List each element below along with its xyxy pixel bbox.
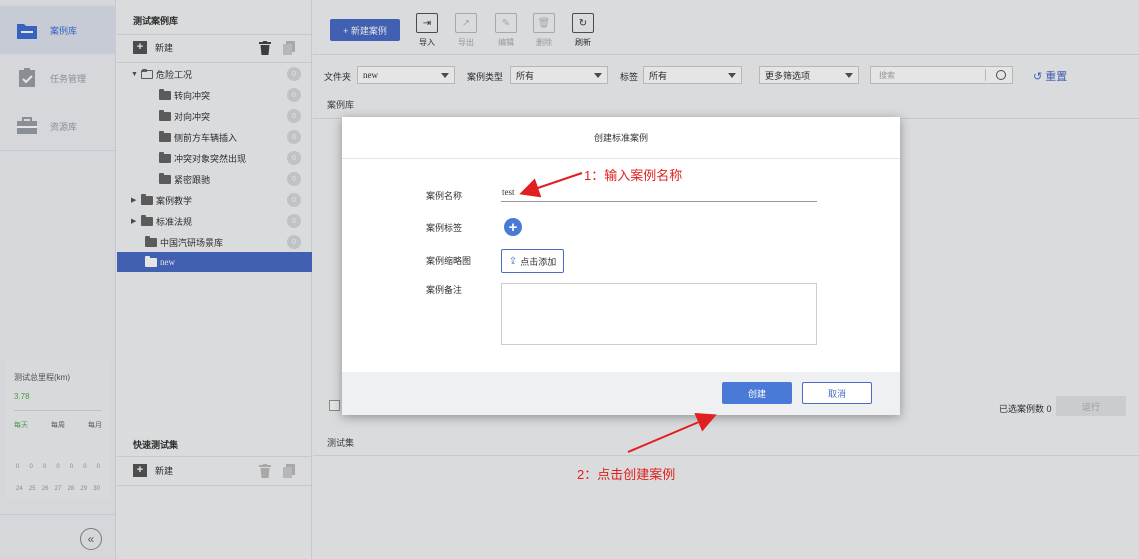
upload-icon: ⇪ [508, 255, 518, 267]
thumbnail-label: 案例缩略图 [426, 256, 472, 266]
create-case-dialog: 创建标准案例 案例名称 test 案例标签 + 案例缩略图 ⇪ 点击添加 案例备… [342, 117, 900, 415]
create-button[interactable]: 创建 [722, 382, 792, 404]
cancel-button[interactable]: 取消 [802, 382, 872, 404]
dialog-title: 创建标准案例 [342, 117, 900, 159]
upload-thumbnail-button[interactable]: ⇪ 点击添加 [501, 249, 564, 273]
annotation-step2: 2：点击创建案例 [577, 467, 676, 482]
annotation-step1: 1：输入案例名称 [584, 168, 683, 183]
upload-label: 点击添加 [520, 256, 557, 267]
dialog-footer: 创建 取消 [342, 372, 900, 415]
plus-icon: + [508, 218, 518, 236]
case-tag-label: 案例标签 [426, 223, 463, 233]
case-name-label: 案例名称 [426, 191, 463, 201]
remark-label: 案例备注 [426, 285, 463, 295]
case-name-input[interactable]: test [501, 187, 817, 202]
remark-textarea[interactable] [501, 283, 817, 345]
add-tag-button[interactable]: + [504, 218, 522, 236]
